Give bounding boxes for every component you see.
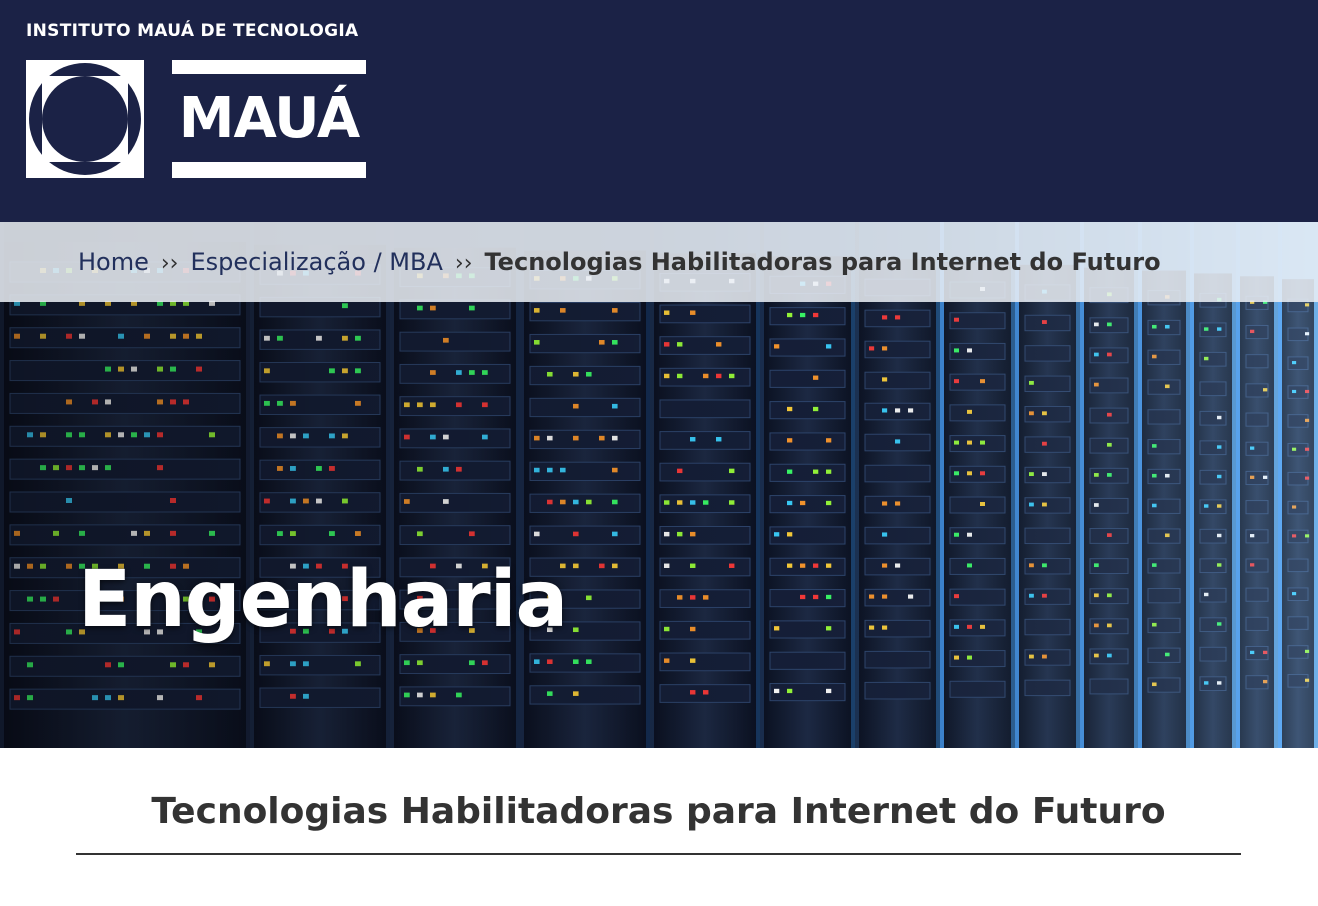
hero-title: Engenharia xyxy=(78,555,568,645)
logo-bar-top xyxy=(172,60,366,74)
breadcrumb-separator: ›› xyxy=(160,251,179,276)
logo-wordmark-box: MAUÁ xyxy=(172,60,366,178)
breadcrumb-current: Tecnologias Habilitadoras para Internet … xyxy=(484,248,1161,276)
hero-banner: Home ›› Especialização / MBA ›› Tecnologias … xyxy=(0,222,1318,748)
page-heading: Tecnologias Habilitadoras para Internet … xyxy=(151,791,1166,832)
logo-bar-bottom xyxy=(172,162,366,178)
logo-wordmark: MAUÁ xyxy=(178,86,360,151)
breadcrumb-home-link[interactable]: Home xyxy=(78,248,149,276)
breadcrumb-separator: ›› xyxy=(454,251,473,276)
breadcrumb-bar: Home ›› Especialização / MBA ›› Tecnologias … xyxy=(0,222,1318,302)
breadcrumb: Home ›› Especialização / MBA ›› Tecnologias … xyxy=(78,222,1161,302)
heading-divider xyxy=(76,853,1241,855)
maua-emblem-icon xyxy=(26,60,144,178)
site-header: INSTITUTO MAUÁ DE TECNOLOGIA MAUÁ xyxy=(0,0,1318,222)
maua-logo-link[interactable]: INSTITUTO MAUÁ DE TECNOLOGIA MAUÁ xyxy=(26,20,368,180)
breadcrumb-mba-link[interactable]: Especialização / MBA xyxy=(190,248,442,276)
logo-tagline: INSTITUTO MAUÁ DE TECNOLOGIA xyxy=(26,21,359,41)
